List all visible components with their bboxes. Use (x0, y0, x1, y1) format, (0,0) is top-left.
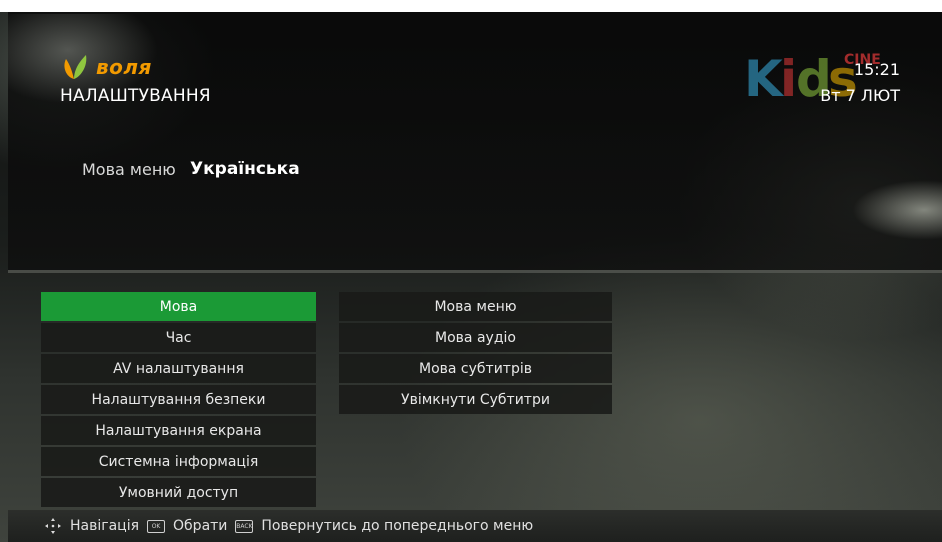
submenu-item-subtitle-language[interactable]: Мова субтитрів (339, 354, 612, 383)
submenu-item-audio-language[interactable]: Мова аудіо (339, 323, 612, 352)
menu-item-security-settings[interactable]: Налаштування безпеки (41, 385, 316, 414)
current-setting-label: Мова меню (82, 160, 176, 179)
hint-navigation: Навігація (70, 518, 140, 534)
submenu-item-menu-language[interactable]: Мова меню (339, 292, 612, 321)
back-key-icon: BACK (235, 519, 254, 533)
svg-text:K: K (744, 50, 785, 104)
tv-screen: воля НАЛАШТУВАННЯ K i d s CINE 15:21 Вт … (0, 0, 942, 542)
current-setting-value: Українська (190, 159, 300, 179)
hint-back: Повернутись до попереднього меню (261, 518, 534, 534)
settings-menu: Мова Час AV налаштування Налаштування бе… (41, 292, 316, 509)
menu-item-system-info[interactable]: Системна інформація (41, 447, 316, 476)
brand-name: воля (96, 55, 152, 79)
hint-bar: Навігація OK Обрати BACK Повернутись до … (8, 510, 942, 542)
submenu-item-enable-subtitles[interactable]: Увімкнути Субтитри (339, 385, 612, 414)
clock-time: 15:21 (853, 60, 900, 79)
page-title: НАЛАШТУВАННЯ (60, 86, 211, 106)
ok-key-icon: OK (147, 519, 166, 533)
divider (8, 270, 942, 273)
leaf-logo-icon (64, 55, 87, 79)
dpad-arrows-icon (45, 518, 61, 534)
language-submenu: Мова меню Мова аудіо Мова субтитрів Увім… (339, 292, 612, 416)
brand-logo: воля (60, 52, 152, 82)
clock-date: Вт 7 ЛЮТ (820, 86, 900, 105)
menu-item-screen-settings[interactable]: Налаштування екрана (41, 416, 316, 445)
menu-item-conditional-access[interactable]: Умовний доступ (41, 478, 316, 507)
background-lamp-right (852, 180, 942, 240)
hint-select: Обрати (173, 518, 228, 534)
svg-text:i: i (780, 50, 797, 104)
menu-item-time[interactable]: Час (41, 323, 316, 352)
menu-item-language[interactable]: Мова (41, 292, 316, 321)
top-border (0, 0, 942, 12)
menu-item-av-settings[interactable]: AV налаштування (41, 354, 316, 383)
